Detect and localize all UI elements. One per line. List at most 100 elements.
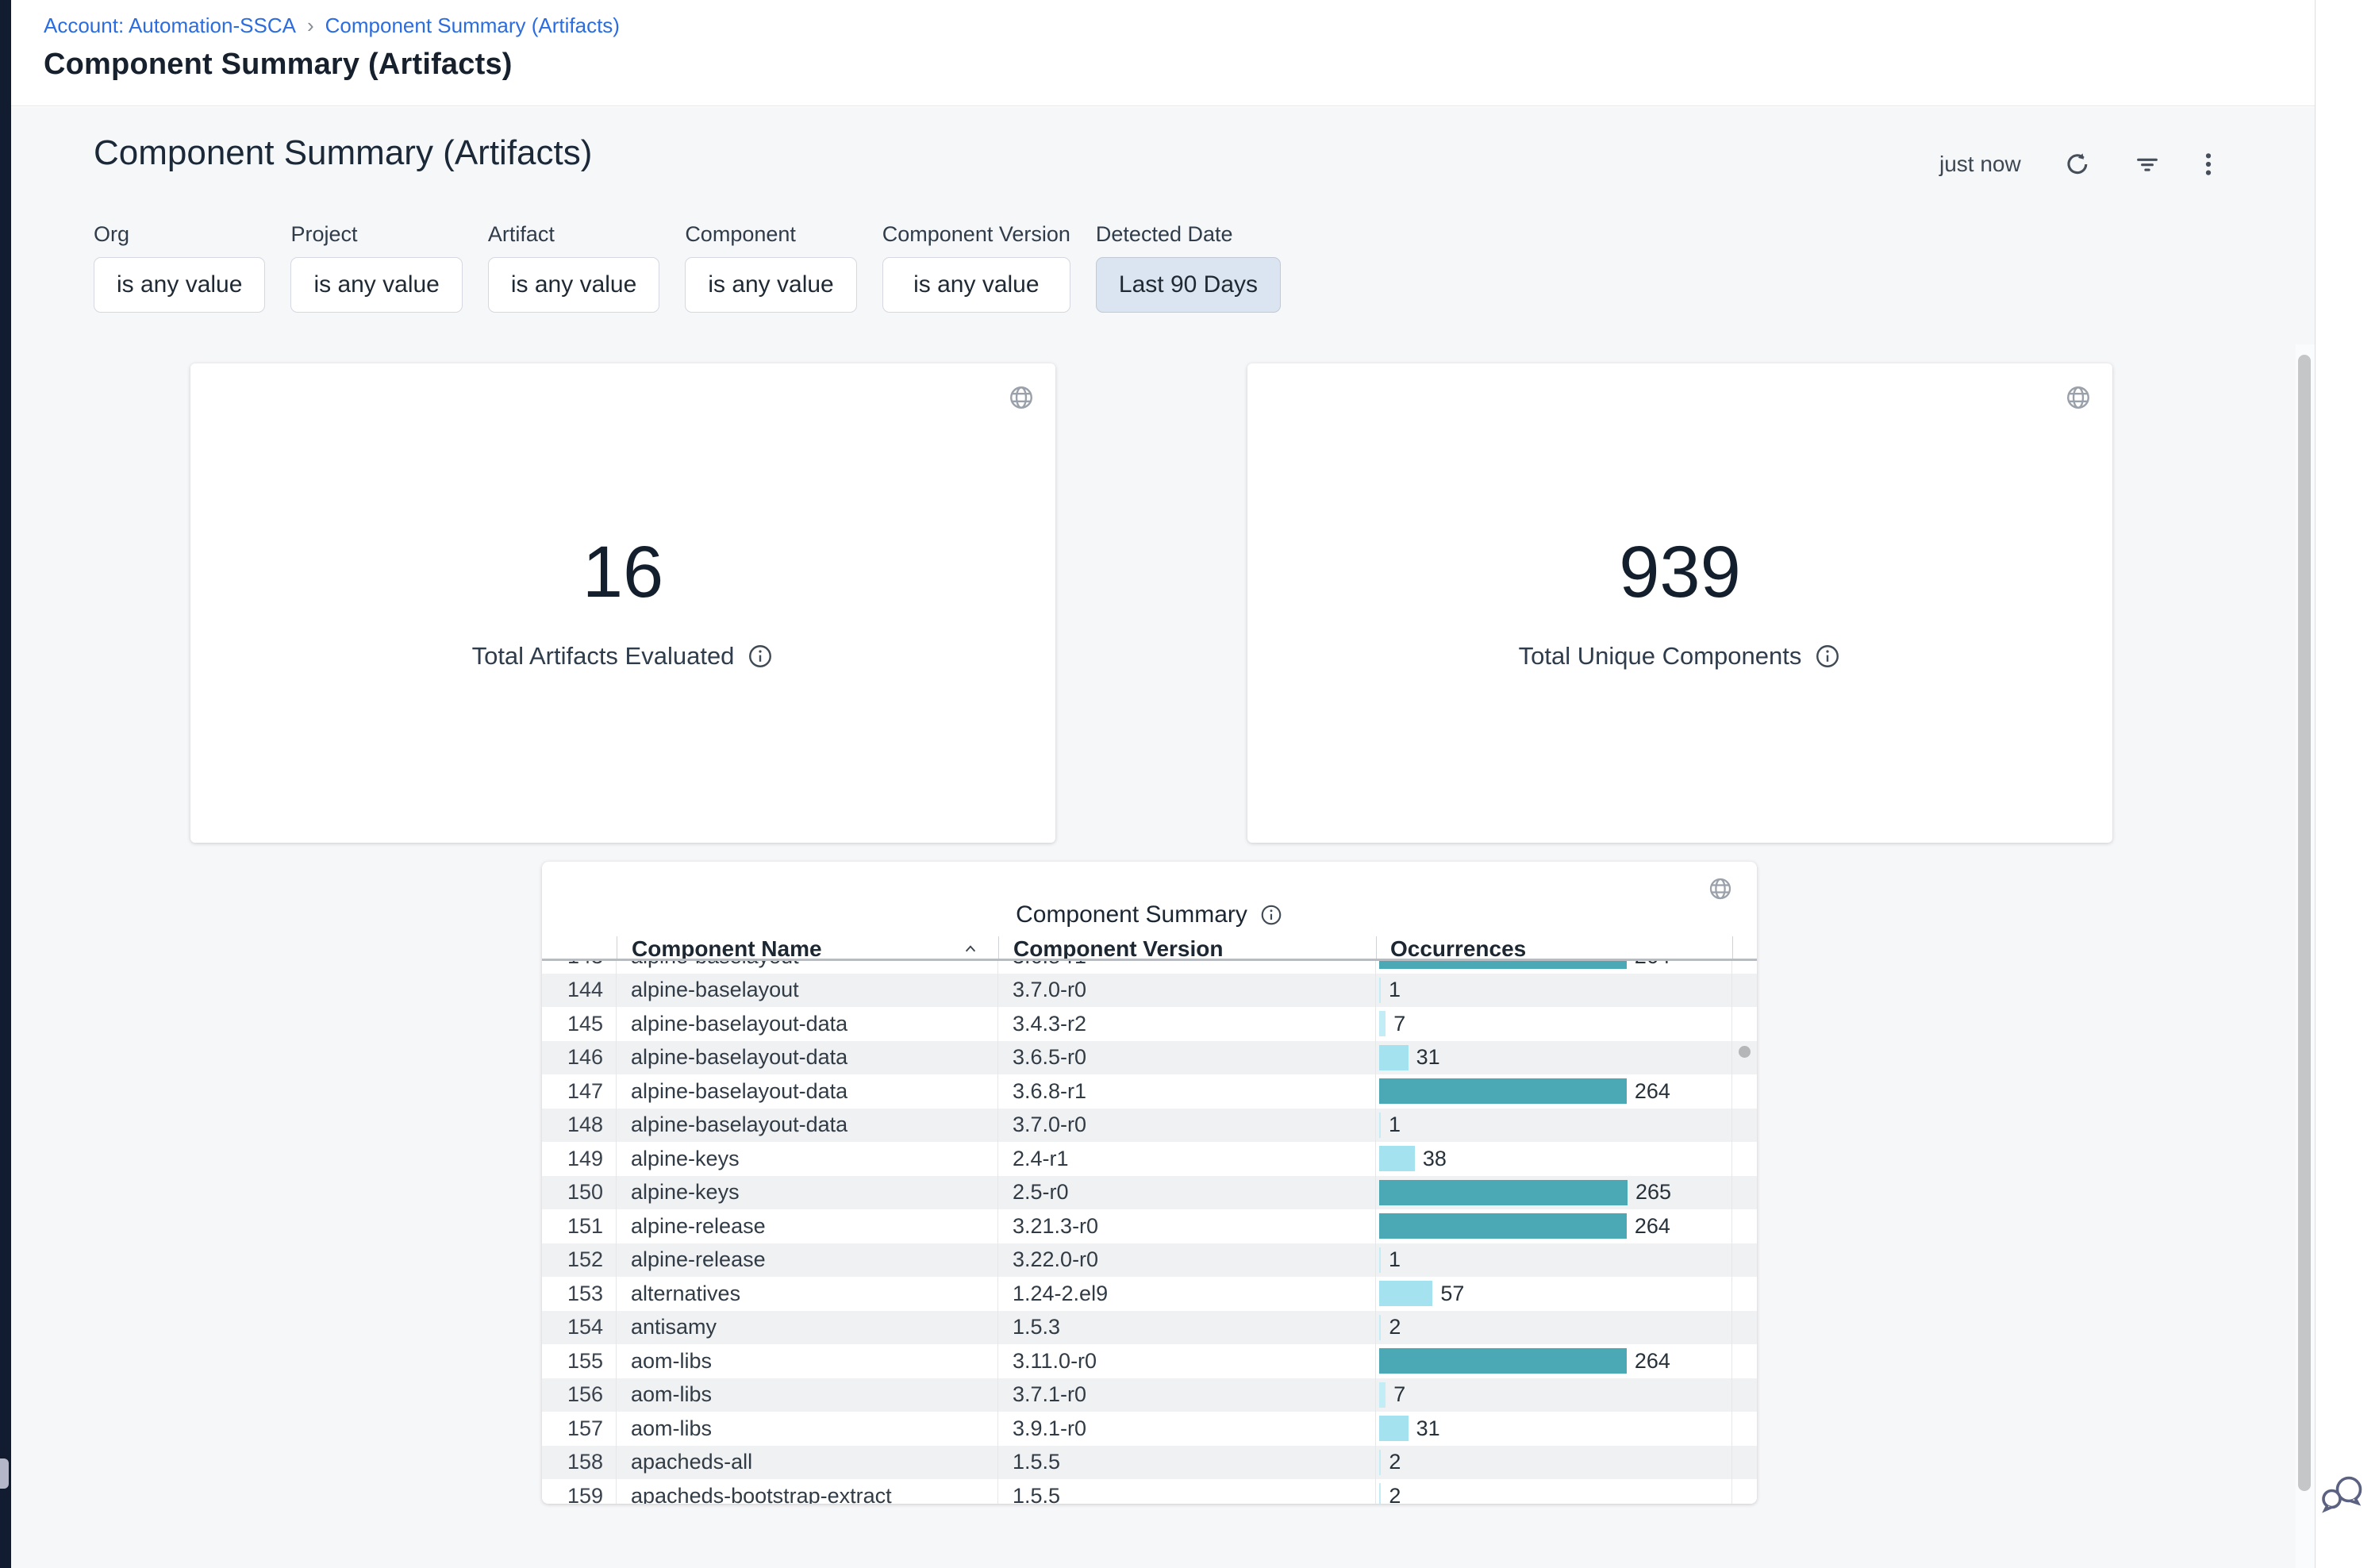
occurrence-value: 264 bbox=[1635, 1079, 1670, 1104]
cell-component-version: 3.6.8-r1 bbox=[998, 1074, 1376, 1109]
occurrence-value: 31 bbox=[1416, 1416, 1440, 1441]
filter-value-button[interactable]: is any value bbox=[882, 257, 1070, 313]
info-icon[interactable] bbox=[747, 643, 774, 670]
cell-component-version: 3.9.1-r0 bbox=[998, 1412, 1376, 1446]
cell-gutter bbox=[1732, 1243, 1757, 1278]
cell-component-version: 3.11.0-r0 bbox=[998, 1344, 1376, 1378]
cell-component-name: apacheds-bootstrap-extract bbox=[617, 1479, 998, 1504]
occurrence-bar bbox=[1379, 1146, 1415, 1171]
table-row: 143 alpine-baselayout 3.6.8-r1 264 bbox=[542, 961, 1757, 974]
filter-value-button[interactable]: is any value bbox=[94, 257, 265, 313]
occurrence-bar bbox=[1379, 1045, 1409, 1070]
cell-occurrences: 265 bbox=[1376, 1176, 1732, 1210]
info-icon[interactable] bbox=[1259, 903, 1283, 927]
filter-label: Detected Date bbox=[1096, 222, 1281, 247]
cell-gutter bbox=[1732, 1074, 1757, 1109]
row-index: 148 bbox=[542, 1109, 617, 1143]
refresh-icon bbox=[2064, 151, 2091, 178]
cell-component-version: 1.24-2.el9 bbox=[998, 1277, 1376, 1311]
cell-component-version: 3.7.0-r0 bbox=[998, 974, 1376, 1008]
cell-gutter bbox=[1732, 1378, 1757, 1412]
table-row: 150 alpine-keys 2.5-r0 265 bbox=[542, 1176, 1757, 1210]
occurrence-bar bbox=[1379, 961, 1627, 969]
filter-chip: Detected Date Last 90 Days bbox=[1096, 222, 1281, 313]
filter-chip: Component is any value bbox=[685, 222, 856, 313]
more-options-button[interactable] bbox=[2204, 151, 2213, 178]
occurrence-value: 2 bbox=[1389, 1484, 1401, 1504]
table-row: 152 alpine-release 3.22.0-r0 1 bbox=[542, 1243, 1757, 1278]
table-row: 154 antisamy 1.5.3 2 bbox=[542, 1311, 1757, 1345]
cell-component-name: alpine-baselayout bbox=[617, 974, 998, 1008]
table-body-viewport[interactable]: 143 alpine-baselayout 3.6.8-r1 264 144 a… bbox=[542, 961, 1757, 1504]
occurrence-value: 2 bbox=[1389, 1450, 1401, 1474]
collapsed-nav-strip bbox=[0, 0, 11, 1568]
occurrence-value: 264 bbox=[1635, 961, 1670, 969]
table-row: 158 apacheds-all 1.5.5 2 bbox=[542, 1446, 1757, 1480]
table-header-row: Component Name Component Version Occurre… bbox=[542, 936, 1757, 961]
table-scrollbar-thumb[interactable] bbox=[1739, 1046, 1751, 1058]
cell-component-name: antisamy bbox=[617, 1311, 998, 1345]
cell-component-name: alpine-baselayout-data bbox=[617, 1074, 998, 1109]
info-icon[interactable] bbox=[1814, 643, 1841, 670]
row-index: 151 bbox=[542, 1209, 617, 1243]
cell-component-name: alpine-baselayout-data bbox=[617, 1109, 998, 1143]
occurrence-value: 1 bbox=[1389, 1113, 1401, 1137]
stat-label: Total Artifacts Evaluated bbox=[472, 642, 735, 671]
cell-gutter bbox=[1732, 1344, 1757, 1378]
cell-component-name: alpine-release bbox=[617, 1243, 998, 1278]
occurrence-bar bbox=[1379, 1348, 1627, 1374]
filter-label: Project bbox=[290, 222, 462, 247]
cell-component-name: alpine-baselayout-data bbox=[617, 1041, 998, 1075]
refresh-button[interactable] bbox=[2064, 151, 2091, 178]
cell-occurrences: 7 bbox=[1376, 1007, 1732, 1041]
cell-gutter bbox=[1732, 1209, 1757, 1243]
occurrence-value: 264 bbox=[1635, 1349, 1670, 1374]
tile-link-button[interactable] bbox=[1008, 384, 1035, 411]
cell-component-name: aom-libs bbox=[617, 1344, 998, 1378]
cell-component-name: alpine-keys bbox=[617, 1176, 998, 1210]
row-index: 145 bbox=[542, 1007, 617, 1041]
cell-occurrences: 264 bbox=[1376, 1209, 1732, 1243]
occurrence-value: 7 bbox=[1393, 1012, 1405, 1036]
cell-component-version: 1.5.5 bbox=[998, 1479, 1376, 1504]
cell-gutter bbox=[1732, 1277, 1757, 1311]
occurrence-bar bbox=[1379, 1416, 1409, 1441]
tile-link-button[interactable] bbox=[1708, 876, 1733, 901]
table-row: 145 alpine-baselayout-data 3.4.3-r2 7 bbox=[542, 1007, 1757, 1041]
filter-chip: Org is any value bbox=[94, 222, 265, 313]
occurrence-value: 2 bbox=[1389, 1315, 1401, 1339]
row-index: 146 bbox=[542, 1041, 617, 1075]
stat-value: 16 bbox=[582, 536, 663, 609]
table-row: 148 alpine-baselayout-data 3.7.0-r0 1 bbox=[542, 1109, 1757, 1143]
globe-icon bbox=[1008, 384, 1035, 411]
help-chat-button[interactable] bbox=[2320, 1474, 2366, 1516]
tile-link-button[interactable] bbox=[2065, 384, 2092, 411]
table-row: 153 alternatives 1.24-2.el9 57 bbox=[542, 1277, 1757, 1311]
cell-gutter bbox=[1732, 1007, 1757, 1041]
occurrence-value: 38 bbox=[1423, 1147, 1447, 1171]
filter-chip: Component Version is any value bbox=[882, 222, 1070, 313]
filter-label: Artifact bbox=[488, 222, 659, 247]
filter-label: Org bbox=[94, 222, 265, 247]
occurrence-bar bbox=[1379, 1213, 1627, 1239]
filter-value-button[interactable]: is any value bbox=[488, 257, 659, 313]
page-scrollbar-thumb[interactable] bbox=[2298, 355, 2311, 1491]
filter-value-button[interactable]: is any value bbox=[685, 257, 856, 313]
table-row: 159 apacheds-bootstrap-extract 1.5.5 2 bbox=[542, 1479, 1757, 1504]
cell-occurrences: 1 bbox=[1376, 1109, 1732, 1143]
filter-button[interactable] bbox=[2134, 151, 2161, 178]
cell-occurrences: 7 bbox=[1376, 1378, 1732, 1412]
breadcrumb-account-link[interactable]: Account: Automation-SSCA bbox=[44, 13, 296, 38]
occurrence-value: 265 bbox=[1635, 1180, 1671, 1205]
filter-bar: Org is any value Project is any value Ar… bbox=[94, 222, 1281, 313]
occurrence-bar bbox=[1379, 978, 1381, 1003]
filter-chip: Artifact is any value bbox=[488, 222, 659, 313]
breadcrumb-page-link[interactable]: Component Summary (Artifacts) bbox=[325, 13, 620, 38]
cell-gutter bbox=[1732, 1142, 1757, 1176]
filter-value-button[interactable]: Last 90 Days bbox=[1096, 257, 1281, 313]
table-row: 157 aom-libs 3.9.1-r0 31 bbox=[542, 1412, 1757, 1446]
occurrence-value: 57 bbox=[1440, 1282, 1464, 1306]
filter-value-button[interactable]: is any value bbox=[290, 257, 462, 313]
cell-component-name: alpine-release bbox=[617, 1209, 998, 1243]
content-right-border bbox=[2315, 0, 2316, 1568]
